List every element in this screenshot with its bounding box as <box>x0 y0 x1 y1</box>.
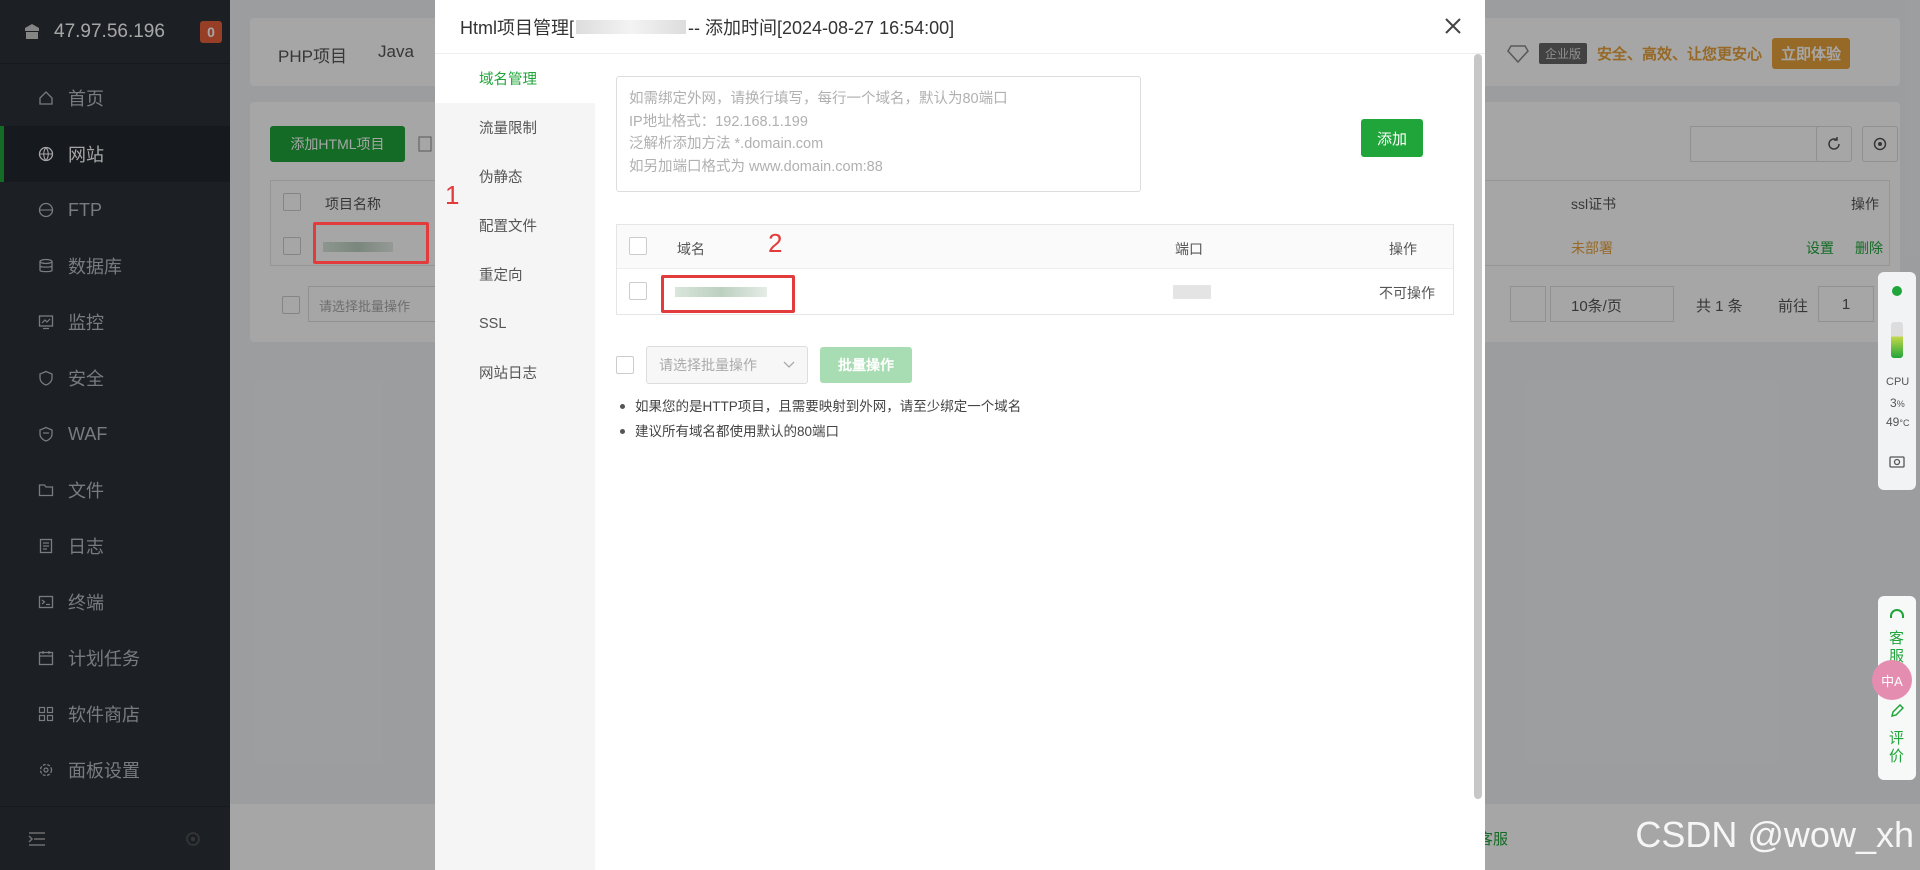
domain-table-header: 域名 端口 操作 <box>617 225 1453 269</box>
cpu-usage: 3% <box>1890 396 1905 410</box>
modal-menu: 域名管理 流量限制 伪静态 配置文件 重定向 SSL 网站日志 <box>435 54 595 870</box>
add-domain-button[interactable]: 添加 <box>1361 119 1423 157</box>
annotation-label-2: 2 <box>768 228 783 258</box>
modal-menu-item-6[interactable]: 网站日志 <box>435 348 595 397</box>
status-dot <box>1892 286 1902 296</box>
modal-menu-item-1[interactable]: 流量限制 <box>435 103 595 152</box>
annotation-box-1 <box>313 222 429 264</box>
col-port: 端口 <box>1175 241 1203 257</box>
modal-menu-item-4[interactable]: 重定向 <box>435 250 595 299</box>
temp-value: 49 <box>1886 415 1900 429</box>
translate-button[interactable]: 中A <box>1872 660 1912 700</box>
tip-item: 建议所有域名都使用默认的80端口 <box>620 419 1021 444</box>
cpu-label: CPU <box>1886 376 1910 388</box>
modal-scrollbar[interactable] <box>1474 54 1482 799</box>
tips-list: 如果您的是HTTP项目，且需要映射到外网，请至少绑定一个域名 建议所有域名都使用… <box>620 394 1021 444</box>
domain-management-panel: 如需绑定外网，请换行填写，每行一个域名，默认为80端口 IP地址格式：192.1… <box>595 54 1471 870</box>
batch-checkbox[interactable] <box>616 356 634 374</box>
temp-unit: °C <box>1899 418 1910 428</box>
status-widget: CPU 3% 49°C <box>1878 272 1916 490</box>
cpu-unit: % <box>1896 399 1905 409</box>
domain-row-checkbox[interactable] <box>629 282 647 300</box>
screenshot-icon[interactable] <box>1889 454 1905 468</box>
modal-title-prefix: Html项目管理[ <box>460 17 574 38</box>
batch-operate-button[interactable]: 批量操作 <box>820 347 912 383</box>
annotation-label-1: 1 <box>445 180 460 210</box>
col-action: 操作 <box>1389 241 1417 257</box>
select-all-domains-checkbox[interactable] <box>629 237 647 255</box>
col-domain: 域名 <box>677 241 705 257</box>
modal-menu-item-0[interactable]: 域名管理 <box>435 54 595 103</box>
batch-select[interactable]: 请选择批量操作 <box>646 346 808 384</box>
project-name-blurred <box>576 19 686 34</box>
html-project-modal: Html项目管理[ -- 添加时间[2024-08-27 16:54:00] 域… <box>435 0 1485 870</box>
close-icon[interactable] <box>1441 14 1465 38</box>
row-action-disabled: 不可操作 <box>1379 285 1435 301</box>
headset-icon <box>1890 609 1904 618</box>
domain-textarea[interactable]: 如需绑定外网，请换行填写，每行一个域名，默认为80端口 IP地址格式：192.1… <box>616 76 1141 192</box>
batch-select-label: 请选择批量操作 <box>659 357 757 373</box>
cpu-value: 3 <box>1890 396 1897 410</box>
cpu-temp: 49°C <box>1886 415 1909 429</box>
review-label[interactable]: 评价 <box>1889 730 1905 766</box>
batch-operation-bar: 请选择批量操作 批量操作 <box>616 346 912 384</box>
chevron-down-icon <box>783 361 795 368</box>
modal-title: Html项目管理[ -- 添加时间[2024-08-27 16:54:00] <box>435 0 1485 54</box>
watermark: CSDN @wow_xh <box>1635 814 1914 855</box>
annotation-box-2 <box>661 275 795 313</box>
modal-title-suffix: -- 添加时间[2024-08-27 16:54:00] <box>688 17 955 38</box>
service-widget[interactable]: 客服 中A 评价 <box>1872 596 1916 780</box>
cpu-gauge <box>1891 322 1903 358</box>
tip-item: 如果您的是HTTP项目，且需要映射到外网，请至少绑定一个域名 <box>620 394 1021 419</box>
port-value-blurred <box>1173 285 1211 299</box>
modal-menu-item-5[interactable]: SSL <box>435 299 595 348</box>
edit-icon <box>1890 704 1904 718</box>
